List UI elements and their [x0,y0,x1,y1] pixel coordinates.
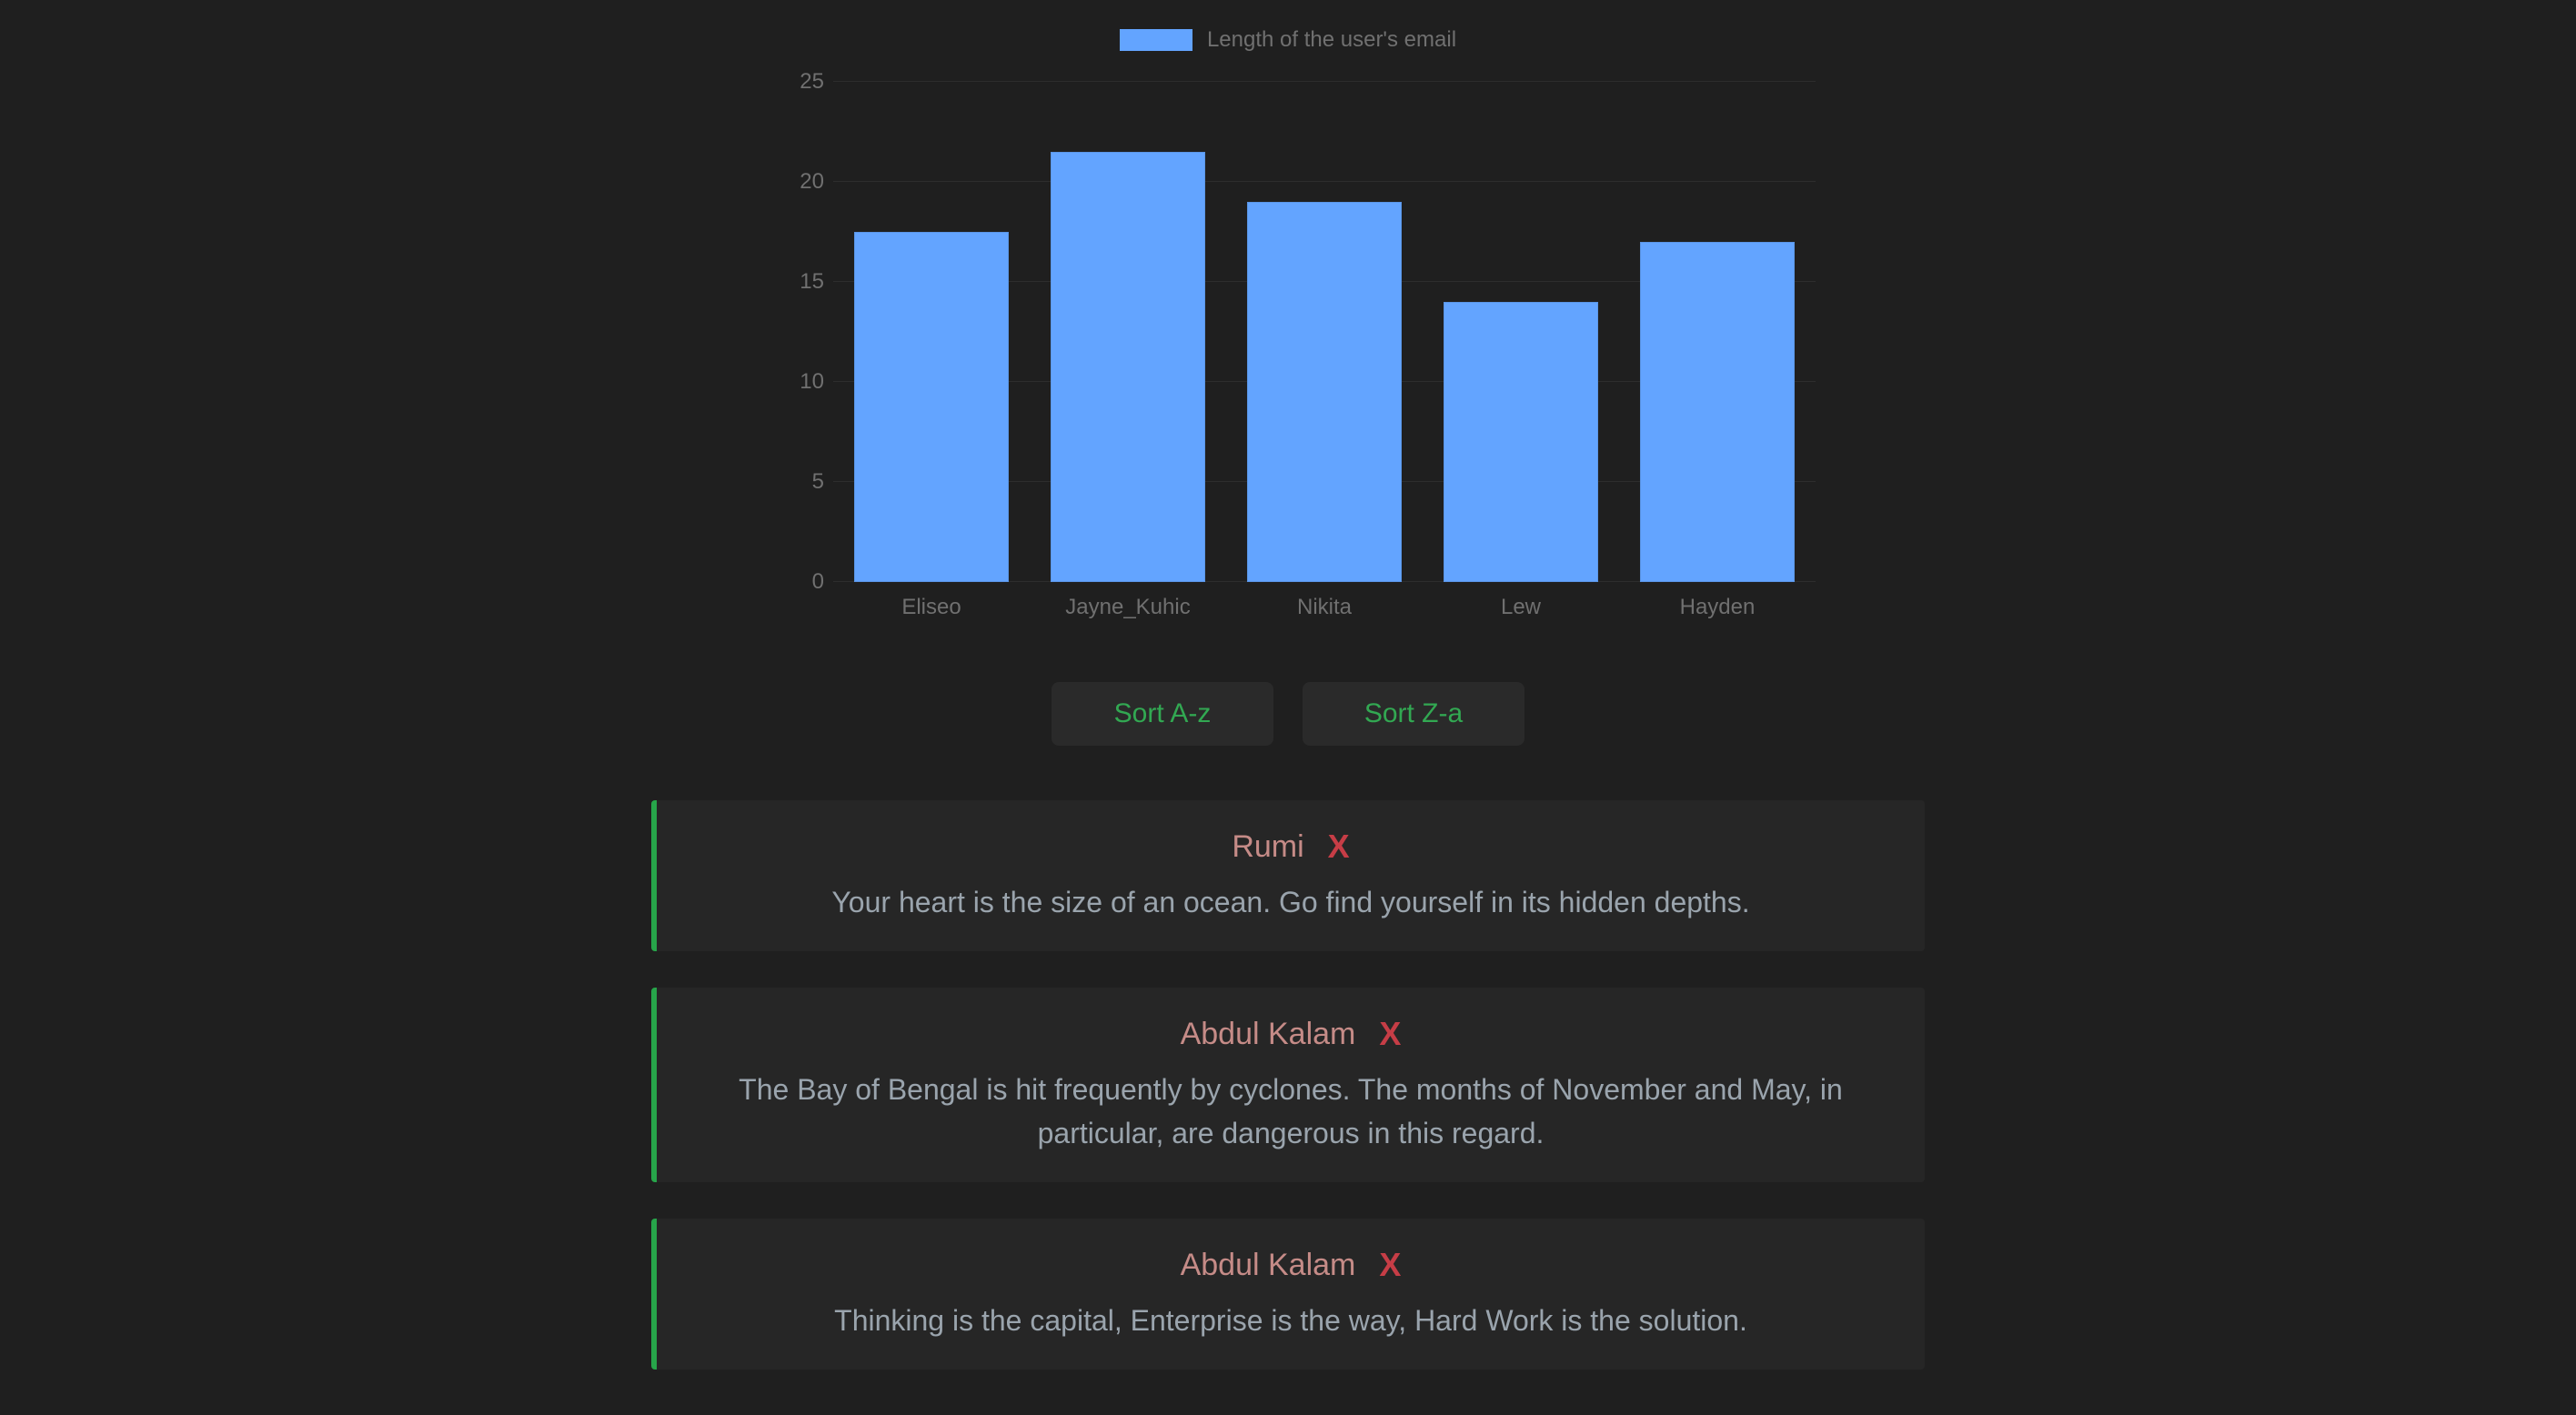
y-tick: 10 [706,369,824,395]
quote-card: Abdul Kalam X Thinking is the capital, Ent… [651,1219,1925,1370]
quote-card: Abdul Kalam X The Bay of Bengal is hit fre… [651,988,1925,1182]
bar[interactable] [1051,152,1205,582]
x-label: Lew [1423,595,1619,627]
bar[interactable] [1640,242,1795,582]
x-label: Jayne_Kuhic [1030,595,1226,627]
sort-asc-button[interactable]: Sort A-z [1052,682,1273,746]
chart-x-axis: EliseoJayne_KuhicNikitaLewHayden [833,595,1816,627]
quote-author: Abdul Kalam [1181,1248,1356,1283]
quote-header: Abdul Kalam X [711,1246,1870,1284]
quote-header: Rumi X [711,828,1870,866]
quote-text: Your heart is the size of an ocean. Go f… [711,880,1870,924]
close-icon[interactable]: X [1328,828,1350,866]
quote-author: Abdul Kalam [1181,1017,1356,1052]
quote-text: Thinking is the capital, Enterprise is t… [711,1299,1870,1342]
legend-swatch [1120,29,1192,51]
quotes-list: Rumi X Your heart is the size of an ocean.… [651,800,1925,1370]
x-label: Nikita [1226,595,1423,627]
quote-author: Rumi [1232,829,1303,865]
x-label: Eliseo [833,595,1030,627]
y-tick: 20 [706,169,824,195]
bar[interactable] [1444,302,1598,582]
y-tick: 0 [706,569,824,595]
sort-button-row: Sort A-z Sort Z-a [1052,682,1524,746]
close-icon[interactable]: X [1379,1246,1401,1284]
page-root: Length of the user's email 0 5 10 15 20 25 El… [0,0,2576,1415]
y-tick: 15 [706,269,824,295]
chart-y-axis: 0510152025 [706,82,824,582]
email-length-chart: Length of the user's email 0 5 10 15 20 25 El… [706,27,1870,646]
quote-card: Rumi X Your heart is the size of an ocean.… [651,800,1925,951]
bar[interactable] [854,232,1009,582]
quote-header: Abdul Kalam X [711,1015,1870,1053]
y-tick: 5 [706,469,824,495]
y-tick: 25 [706,69,824,95]
x-label: Hayden [1619,595,1816,627]
bar[interactable] [1247,202,1402,582]
chart-plot-area [833,82,1816,582]
legend-label: Length of the user's email [1207,27,1456,53]
close-icon[interactable]: X [1379,1015,1401,1053]
chart-legend: Length of the user's email [706,27,1870,53]
quote-text: The Bay of Bengal is hit frequently by c… [711,1068,1870,1155]
sort-desc-button[interactable]: Sort Z-a [1303,682,1524,746]
